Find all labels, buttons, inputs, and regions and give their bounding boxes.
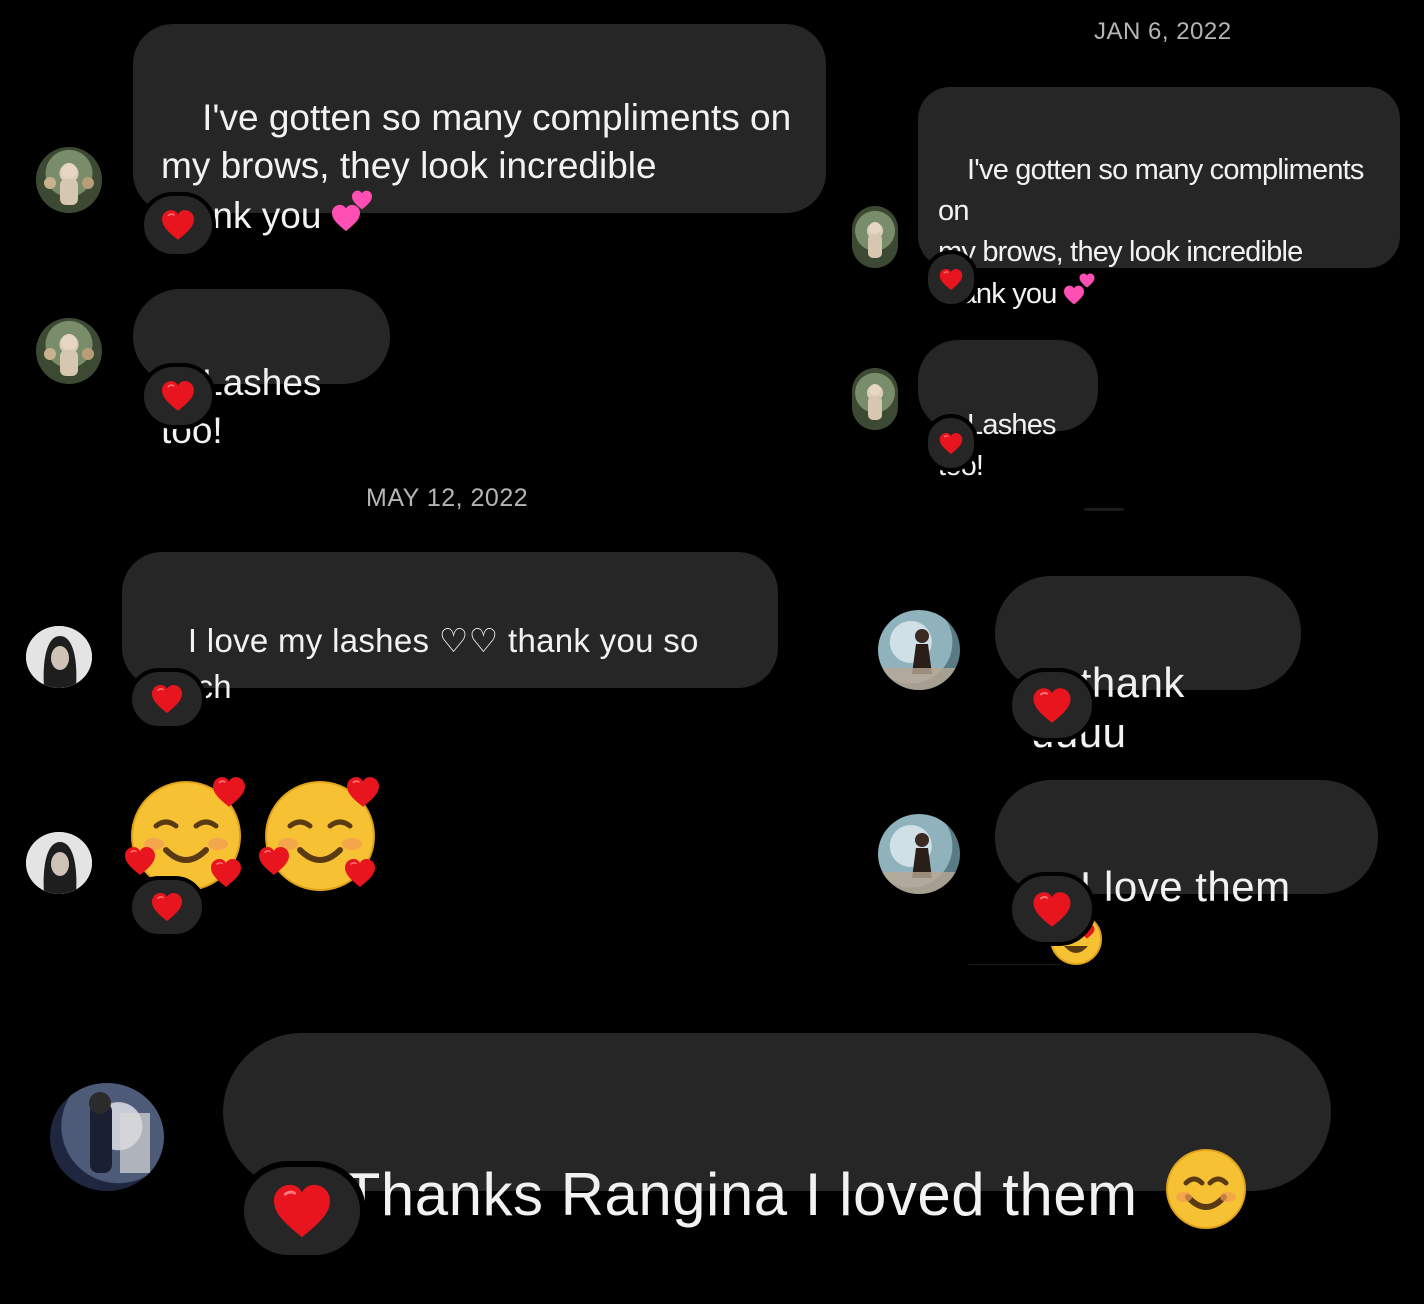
heart-reaction[interactable] bbox=[128, 668, 206, 730]
chat-panel-bottom: Thanks Rangina I loved them bbox=[0, 965, 1424, 1304]
heart-reaction[interactable] bbox=[924, 250, 978, 308]
sender-avatar[interactable] bbox=[36, 318, 102, 384]
chat-panel-top-left: I've gotten so many compliments on my br… bbox=[0, 0, 860, 470]
red-heart-icon bbox=[1032, 687, 1072, 724]
sender-avatar[interactable] bbox=[852, 368, 898, 430]
heart-reaction[interactable] bbox=[128, 876, 206, 938]
message-bubble[interactable]: I love my lashes ♡♡ thank you so much bbox=[122, 552, 778, 705]
chat-panel-middle-left: MAY 12, 2022 I love my lashes ♡♡ thank y… bbox=[0, 470, 860, 960]
avatar-photo-icon bbox=[89, 1092, 150, 1173]
sender-avatar[interactable] bbox=[26, 832, 92, 894]
message-bubble[interactable]: Thanks Rangina I loved them bbox=[223, 1033, 1331, 1229]
heart-reaction[interactable] bbox=[238, 1161, 366, 1261]
chat-panel-top-right: JAN 6, 2022 I've gotten so many complime… bbox=[840, 0, 1424, 520]
message-bubble[interactable]: I've gotten so many compliments on my br… bbox=[133, 24, 826, 236]
heart-reaction[interactable] bbox=[1008, 668, 1096, 742]
red-heart-icon bbox=[161, 209, 195, 241]
red-heart-icon bbox=[939, 268, 963, 291]
message-text: I've gotten so many compliments on my br… bbox=[938, 154, 1364, 310]
date-separator: MAY 12, 2022 bbox=[366, 484, 529, 512]
red-heart-icon bbox=[1032, 891, 1072, 928]
avatar-photo-icon bbox=[26, 832, 92, 894]
red-heart-icon bbox=[151, 892, 183, 922]
red-heart-icon bbox=[939, 432, 963, 455]
message-text: I love them bbox=[1079, 863, 1291, 910]
date-separator: JAN 6, 2022 bbox=[1094, 18, 1232, 45]
sender-avatar[interactable] bbox=[852, 206, 898, 268]
red-heart-icon bbox=[161, 380, 195, 412]
sender-avatar[interactable] bbox=[50, 1083, 164, 1191]
sender-avatar[interactable] bbox=[26, 626, 92, 688]
scroll-indicator bbox=[1084, 508, 1124, 511]
avatar-photo-icon bbox=[44, 163, 94, 205]
two-hearts-emoji bbox=[332, 190, 373, 232]
sender-avatar[interactable] bbox=[878, 814, 960, 894]
red-heart-icon bbox=[272, 1183, 332, 1239]
red-heart-icon bbox=[151, 684, 183, 714]
message-text: I've gotten so many compliments on my br… bbox=[161, 97, 792, 236]
heart-reaction[interactable] bbox=[1008, 872, 1096, 946]
chat-panel-middle-right: thank uuuu I love them bbox=[860, 520, 1424, 970]
sender-avatar[interactable] bbox=[36, 147, 102, 213]
two-hearts-emoji bbox=[1063, 273, 1095, 305]
avatar-photo-icon bbox=[878, 629, 960, 690]
sender-avatar[interactable] bbox=[878, 610, 960, 690]
avatar-photo-icon bbox=[878, 833, 960, 894]
message-text: I love my lashes ♡♡ thank you so much bbox=[150, 622, 699, 705]
avatar-photo-icon bbox=[44, 334, 94, 376]
avatar-photo-icon bbox=[868, 222, 882, 258]
message-text: Thanks Rangina I loved them bbox=[343, 1161, 1138, 1228]
heart-reaction[interactable] bbox=[140, 363, 216, 429]
heart-reaction[interactable] bbox=[924, 414, 978, 472]
message-bubble[interactable]: I've gotten so many compliments on my br… bbox=[918, 87, 1400, 310]
avatar-photo-icon bbox=[26, 626, 92, 688]
avatar-photo-icon bbox=[868, 384, 882, 420]
smiling-face-emoji bbox=[1165, 1149, 1246, 1229]
heart-reaction[interactable] bbox=[140, 192, 216, 258]
